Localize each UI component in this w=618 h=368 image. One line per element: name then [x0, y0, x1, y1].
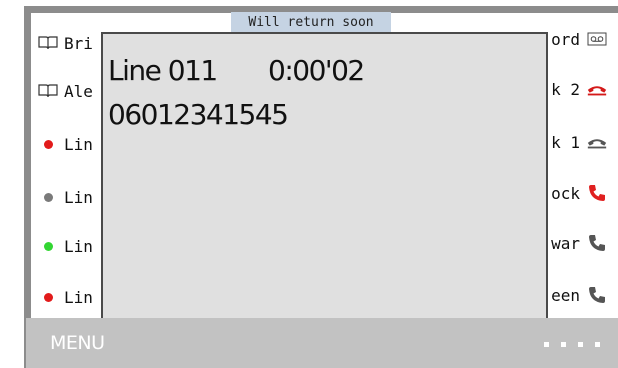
list-item-label: war	[551, 233, 580, 253]
list-item-label: Ale	[64, 81, 93, 101]
list-item-right-5[interactable]: war	[551, 228, 608, 258]
page-dot	[595, 342, 600, 347]
menu-button[interactable]: MENU	[50, 332, 105, 354]
status-dot-icon	[36, 241, 60, 251]
page-indicator	[544, 342, 600, 347]
popup-phone-number: 06012341545	[108, 98, 289, 131]
list-item-label: Lin	[64, 134, 93, 154]
list-item-right-4[interactable]: ock	[551, 178, 608, 208]
list-item-label: Bri	[64, 33, 93, 53]
phone-hangup-icon	[586, 81, 608, 97]
phone-icon	[586, 183, 608, 203]
voicemail-icon	[586, 32, 608, 46]
book-icon	[36, 84, 60, 98]
book-icon	[36, 36, 60, 50]
page-dot	[578, 342, 583, 347]
page-dot	[561, 342, 566, 347]
list-item-label: een	[551, 285, 580, 305]
list-item-label: Lin	[64, 236, 93, 256]
list-item-right-1[interactable]: ord	[551, 24, 608, 54]
page-dot	[544, 342, 549, 347]
popup-line-label: Line 011	[108, 54, 218, 87]
list-item-label: Lin	[64, 287, 93, 307]
list-item-right-2[interactable]: k 2	[551, 74, 608, 104]
list-item-right-3[interactable]: k 1	[551, 127, 608, 157]
popup-call-duration: 0:00'02	[268, 54, 365, 87]
phone-hangup-icon	[586, 134, 608, 150]
status-dot-icon	[36, 292, 60, 302]
phone-icon	[586, 285, 608, 305]
list-item-right-6[interactable]: een	[551, 280, 608, 310]
list-item-label: k 2	[551, 79, 580, 99]
phone-icon	[586, 233, 608, 253]
menu-bar: MENU	[26, 318, 618, 368]
call-popup: Line 011 0:00'02 06012341545	[101, 32, 548, 320]
list-item-label: Lin	[64, 187, 93, 207]
list-item-label: ock	[551, 183, 580, 203]
list-item-label: ord	[551, 29, 580, 49]
status-dot-icon	[36, 192, 60, 202]
status-dot-icon	[36, 139, 60, 149]
list-item-label: k 1	[551, 132, 580, 152]
status-banner: Will return soon	[231, 12, 391, 32]
